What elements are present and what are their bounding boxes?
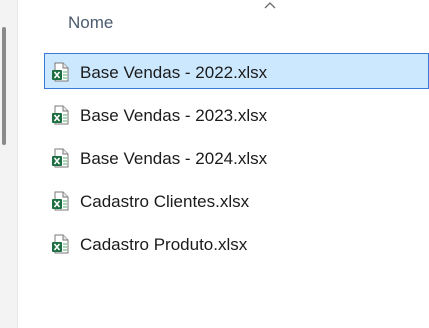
- column-header-row: Nome: [18, 0, 429, 44]
- file-row[interactable]: Cadastro Clientes.xlsx: [44, 182, 429, 218]
- column-header-name[interactable]: Nome: [68, 13, 113, 33]
- excel-file-icon: [52, 191, 69, 211]
- file-name: Cadastro Clientes.xlsx: [80, 192, 250, 211]
- file-name: Base Vendas - 2023.xlsx: [80, 106, 268, 125]
- excel-file-icon: [52, 62, 69, 82]
- file-row[interactable]: Base Vendas - 2024.xlsx: [44, 139, 429, 175]
- file-explorer-view: Nome Base Vendas - 2022.xlsx Base Vendas…: [0, 0, 429, 328]
- file-name: Base Vendas - 2024.xlsx: [80, 149, 268, 168]
- excel-file-icon: [52, 105, 69, 125]
- file-row[interactable]: Cadastro Produto.xlsx: [44, 225, 429, 261]
- excel-file-icon: [52, 234, 69, 254]
- excel-file-icon: [52, 148, 69, 168]
- navigation-scrollbar-thumb[interactable]: [2, 27, 6, 145]
- navigation-pane-edge: [0, 0, 18, 328]
- file-name: Cadastro Produto.xlsx: [80, 235, 248, 254]
- file-name: Base Vendas - 2022.xlsx: [80, 63, 268, 82]
- file-row[interactable]: Base Vendas - 2022.xlsx: [44, 53, 429, 89]
- chevron-up-icon: [264, 2, 276, 9]
- file-list: Base Vendas - 2022.xlsx Base Vendas - 20…: [44, 53, 429, 268]
- file-row[interactable]: Base Vendas - 2023.xlsx: [44, 96, 429, 132]
